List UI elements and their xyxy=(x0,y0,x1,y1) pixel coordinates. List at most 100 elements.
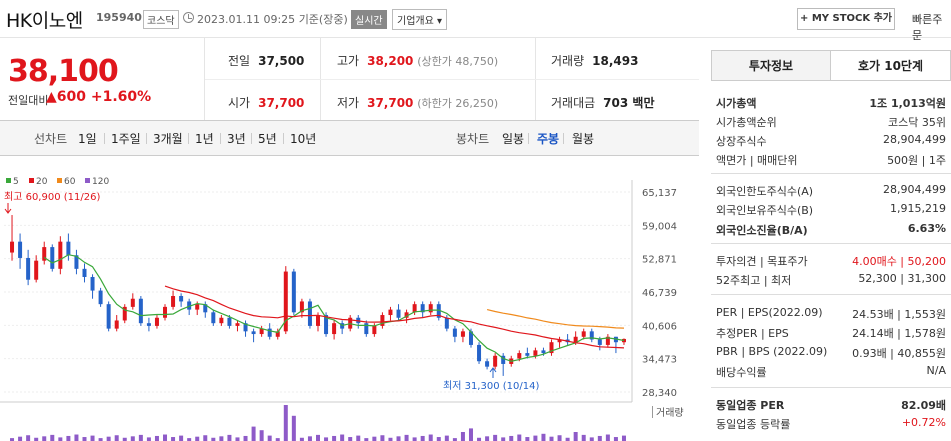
stock-name: HK이노엔 xyxy=(6,10,83,32)
info-row-label: 동일업종 PER xyxy=(716,399,785,412)
candle-body xyxy=(581,331,586,337)
ma20-line xyxy=(164,285,625,349)
period-5y[interactable]: 5년 xyxy=(258,130,277,147)
info-row-value: N/A xyxy=(926,364,946,377)
candle-body xyxy=(493,355,498,367)
candle-body xyxy=(98,290,103,305)
legend-swatch xyxy=(57,178,62,183)
period-3m[interactable]: 3개월 xyxy=(153,130,183,147)
divider xyxy=(711,173,951,174)
candle-body xyxy=(138,298,143,324)
period-1w[interactable]: 1주일 xyxy=(111,130,141,147)
candle-chart-label: 봉차트 xyxy=(456,132,490,146)
period-10y[interactable]: 10년 xyxy=(290,130,316,147)
info-row-label: PBR | BPS (2022.09) xyxy=(716,345,828,358)
volume-bar xyxy=(420,435,425,441)
tab-hoga[interactable]: 호가 10단계 xyxy=(830,50,951,81)
candle-monthly[interactable]: 월봉 xyxy=(572,130,594,147)
info-row-value: 0.93배 | 40,855원 xyxy=(852,347,946,360)
quick-order-link[interactable]: 빠른주문 xyxy=(912,11,951,43)
volume-label: 거래량 xyxy=(656,407,684,419)
volume-bar xyxy=(154,435,159,441)
candle-body xyxy=(291,271,296,313)
volume-bar xyxy=(18,436,23,441)
volume-bar xyxy=(372,436,377,441)
volume-bar xyxy=(50,434,55,441)
candle-weekly[interactable]: 주봉 xyxy=(537,130,559,147)
change-label: 전일대비 xyxy=(8,94,49,107)
candle-body xyxy=(533,350,538,356)
volume-bar xyxy=(621,435,626,441)
tab-invest-info[interactable]: 투자정보 xyxy=(711,50,831,81)
candle-body xyxy=(114,320,119,329)
volume-bar xyxy=(243,435,248,441)
volume-bar xyxy=(348,437,353,441)
candle-body xyxy=(171,296,176,307)
y-tick-label: 46,739 xyxy=(642,288,677,299)
legend-label: 5 xyxy=(13,177,19,187)
candle-daily[interactable]: 일봉 xyxy=(502,130,524,147)
volume-bar xyxy=(74,434,79,441)
candle-body xyxy=(452,328,457,337)
current-price: 38,100 xyxy=(8,54,119,89)
y-tick-label: 34,473 xyxy=(642,355,677,366)
candle-body xyxy=(179,296,184,302)
my-stock-add-button[interactable]: + MY STOCK 추가 xyxy=(797,8,895,30)
volume-bar xyxy=(380,435,385,441)
quote-grid: 전일 37,500 고가 38,200 (상한가 48,750) 거래량 18,493… xyxy=(205,38,699,120)
volume-bar xyxy=(589,437,594,441)
volume-bar xyxy=(332,435,337,441)
volume-bar xyxy=(307,436,312,441)
volume-bar xyxy=(460,432,465,441)
info-row-value: 코스닥 35위 xyxy=(888,116,946,129)
realtime-button[interactable]: 실시간 xyxy=(351,10,387,29)
timestamp: 2023.01.11 09:25 기준(장중) xyxy=(197,13,348,26)
info-row-label: 상장주식수 xyxy=(716,135,767,148)
stock-chart[interactable]: 65,137 59,004 52,871 46,739 40,606 34,473 28,3… xyxy=(0,170,700,441)
volume-bar xyxy=(573,432,578,441)
info-row-value: 1,915,219 xyxy=(890,202,946,215)
volume-bar xyxy=(106,436,111,441)
candle-body xyxy=(332,323,337,335)
volume-bar xyxy=(581,434,586,441)
info-row-label: 액면가 | 매매단위 xyxy=(716,154,798,167)
candle-body xyxy=(26,257,31,280)
info-row-value: 52,300 | 31,300 xyxy=(858,272,946,285)
candle-body xyxy=(428,304,433,313)
volume-bar xyxy=(324,437,329,441)
period-1y[interactable]: 1년 xyxy=(195,130,214,147)
company-info-dropdown[interactable]: 기업개요 ▾ xyxy=(392,9,448,30)
period-1d[interactable]: 1일 xyxy=(78,130,97,147)
candle-body xyxy=(372,325,377,335)
info-row-value: 24.53배 | 1,553원 xyxy=(852,308,946,321)
volume-bar xyxy=(501,437,506,441)
info-row-label: 외국인소진율(B/A) xyxy=(716,224,808,237)
volume-bar xyxy=(517,434,522,441)
y-tick-label: 52,871 xyxy=(642,255,677,266)
info-row-label: 외국인한도주식수(A) xyxy=(716,185,814,198)
candle-body xyxy=(444,317,449,329)
period-3y[interactable]: 3년 xyxy=(227,130,246,147)
volume-bar xyxy=(605,434,610,441)
ma5-line xyxy=(43,254,625,362)
candle-body xyxy=(18,241,23,258)
volume-bar xyxy=(356,435,361,441)
legend-swatch xyxy=(6,178,11,183)
volume-bar xyxy=(613,437,618,441)
candle-body xyxy=(34,260,39,280)
volume-bar xyxy=(549,436,554,441)
volume-bar xyxy=(468,428,473,441)
volume-bar xyxy=(90,435,95,441)
candle-body xyxy=(235,323,240,326)
divider xyxy=(711,243,951,244)
legend-label: 20 xyxy=(36,177,48,187)
divider xyxy=(711,387,951,388)
info-row-value: 500원 | 1주 xyxy=(887,154,946,167)
volume-bar xyxy=(396,436,401,441)
candle-body xyxy=(460,331,465,337)
volume-bar xyxy=(171,437,176,441)
candle-body xyxy=(597,339,602,345)
volume-bar xyxy=(404,434,409,441)
volume-bar xyxy=(195,436,200,441)
volume-bar xyxy=(251,426,256,441)
